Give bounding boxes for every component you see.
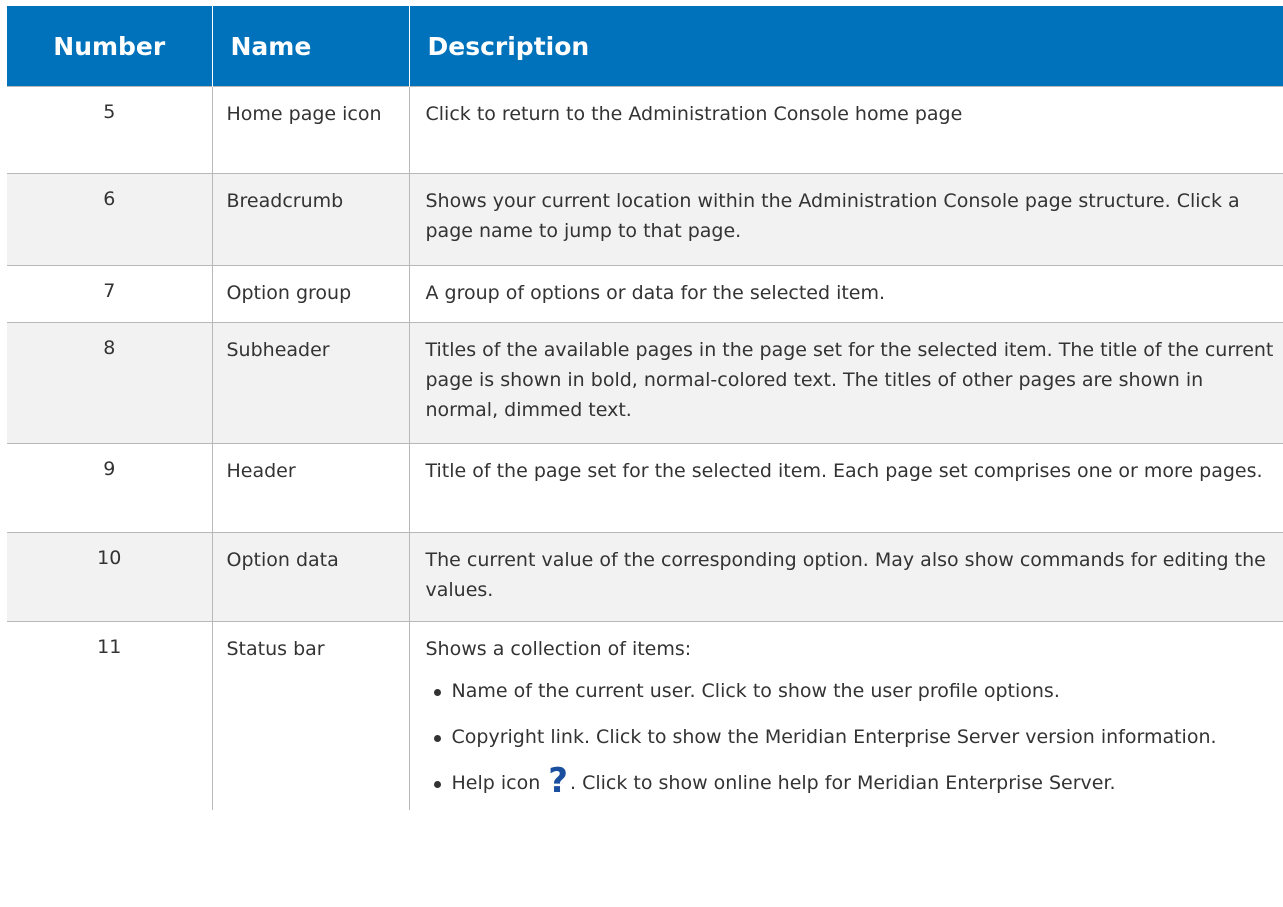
help-bullet-text-after: . Click to show online help for Meridian… — [570, 772, 1116, 794]
header-row: Number Name Description — [7, 6, 1283, 87]
table-row: 11 Status bar Shows a collection of item… — [7, 621, 1283, 810]
row-number: 7 — [7, 265, 213, 323]
row-description: Title of the page set for the selected i… — [409, 443, 1283, 533]
row-description: Shows a collection of items: Name of the… — [409, 621, 1283, 810]
help-bullet-text: Help icon — [451, 772, 541, 794]
list-item: Name of the current user. Click to show … — [433, 676, 1278, 706]
status-bar-items: Name of the current user. Click to show … — [426, 676, 1278, 798]
row-name: Home page icon — [212, 86, 410, 174]
table-row: 8 Subheader Titles of the available page… — [7, 322, 1283, 444]
row-name: Breadcrumb — [212, 173, 410, 266]
description-table: Number Name Description 5 Home page icon… — [7, 6, 1283, 810]
row-description: Click to return to the Administration Co… — [409, 86, 1283, 174]
row-description: Shows your current location within the A… — [409, 173, 1283, 266]
list-item: Help icon ?. Click to show online help f… — [433, 761, 1278, 801]
table-row: 9 Header Title of the page set for the s… — [7, 443, 1283, 533]
header-number: Number — [7, 6, 213, 87]
table-row: 10 Option data The current value of the … — [7, 532, 1283, 622]
row-number: 11 — [7, 621, 213, 810]
row-number: 10 — [7, 532, 213, 622]
row-name: Option group — [212, 265, 410, 323]
list-item: Copyright link. Click to show the Meridi… — [433, 722, 1278, 752]
header-description: Description — [409, 6, 1283, 87]
row-number: 5 — [7, 86, 213, 174]
header-name: Name — [212, 6, 410, 87]
status-bar-intro: Shows a collection of items: — [425, 638, 692, 660]
row-name: Header — [212, 443, 410, 533]
row-number: 8 — [7, 322, 213, 444]
row-description: Titles of the available pages in the pag… — [409, 322, 1283, 444]
row-name: Subheader — [212, 322, 410, 444]
row-description: A group of options or data for the selec… — [409, 265, 1283, 323]
row-number: 6 — [7, 173, 213, 266]
table-row: 7 Option group A group of options or dat… — [7, 265, 1283, 323]
row-name: Status bar — [212, 621, 410, 810]
help-icon: ? — [548, 761, 569, 801]
table-row: 5 Home page icon Click to return to the … — [7, 86, 1283, 174]
row-number: 9 — [7, 443, 213, 533]
row-name: Option data — [212, 532, 410, 622]
row-description: The current value of the corresponding o… — [409, 532, 1283, 622]
table-row: 6 Breadcrumb Shows your current location… — [7, 173, 1283, 266]
